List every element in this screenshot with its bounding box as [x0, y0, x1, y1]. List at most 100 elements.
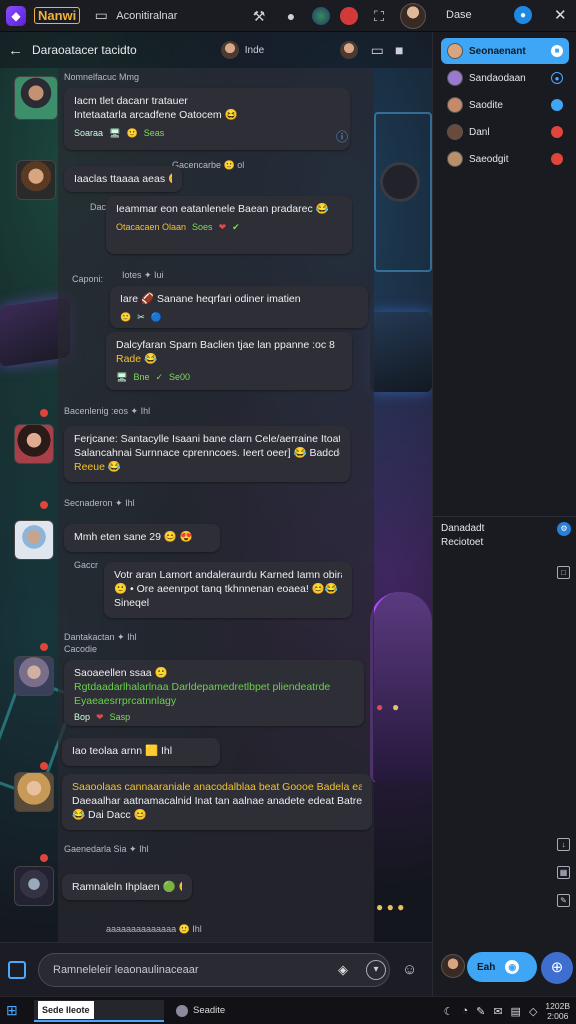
user-avatar[interactable]: [14, 866, 54, 906]
settings-icon[interactable]: ⚙: [557, 522, 571, 536]
message-meta: Nomnelfacuc Mmg: [64, 72, 140, 82]
send-icon[interactable]: ▾: [366, 960, 386, 980]
reaction-chip[interactable]: ✓: [155, 370, 163, 384]
edit-icon[interactable]: ✎: [557, 894, 570, 907]
message-bubble[interactable]: Dalcyfaran Sparn Baclien tjae lan ppanne…: [106, 332, 352, 390]
taskbar-app[interactable]: Seadite: [176, 1004, 225, 1017]
user-avatar[interactable]: [14, 656, 54, 696]
conversation-item[interactable]: Danl: [441, 119, 569, 145]
reaction-icon[interactable]: ● ● ●: [376, 900, 404, 914]
reaction-chip[interactable]: ✔: [232, 220, 240, 234]
window-icon[interactable]: ▭: [90, 7, 112, 24]
message-bubble[interactable]: Saaoolaas cannaaraniale anacodalblaa bea…: [62, 774, 372, 830]
screen-icon[interactable]: ▭: [366, 42, 388, 59]
message-bubble[interactable]: Mmh eten sane 29 😊 😍: [64, 524, 220, 552]
reaction-chip[interactable]: 🔵: [151, 310, 162, 324]
avatar: [447, 97, 463, 113]
conversation-item[interactable]: Sandaodaan ●: [441, 65, 569, 91]
conversation-item[interactable]: Saeodgit: [441, 146, 569, 172]
reaction-chip[interactable]: ❤: [219, 220, 227, 234]
message-bubble[interactable]: Votr aran Lamort andaleraurdu Karned Iam…: [104, 562, 352, 618]
reaction-chip[interactable]: Seas: [144, 126, 165, 140]
moon-icon[interactable]: ☾: [444, 1005, 454, 1018]
user-avatar[interactable]: [400, 3, 426, 29]
message-bubble[interactable]: Iare 🏈 Sanane heqrfari odiner imatien 🙂 …: [110, 286, 368, 328]
drop-icon[interactable]: ●: [514, 6, 532, 24]
message-bubble[interactable]: Ferjcane: Santacylle Isaani bane clarn C…: [64, 426, 350, 482]
reaction-icon[interactable]: ●: [392, 700, 399, 714]
stop-icon[interactable]: ■: [388, 42, 410, 58]
reaction-chip[interactable]: 🙂: [120, 310, 131, 324]
reaction-icon[interactable]: ●: [376, 700, 383, 714]
message-bubble[interactable]: Iaaclas ttaaaa aeas 😊😊: [64, 166, 182, 192]
status-icon: [551, 153, 563, 165]
info-icon[interactable]: ⓘ: [336, 128, 348, 145]
gif-icon[interactable]: ◈: [338, 962, 348, 978]
reaction-chip[interactable]: 🖥: [116, 370, 127, 384]
reaction-chip[interactable]: ❤: [96, 710, 104, 724]
globe-icon[interactable]: [312, 7, 330, 25]
caller-avatar[interactable]: [441, 954, 465, 978]
notification-icon[interactable]: [340, 7, 358, 25]
message-bubble[interactable]: Ramnaleln Ihplaen 🟢 😊: [62, 874, 192, 900]
reaction-row: Bop ❤ Sasp: [74, 710, 354, 724]
message-meta: Dantakactan ✦ Ihl: [64, 632, 137, 642]
message-bubble[interactable]: Iao teolaa arnn 🟨 Ihl: [62, 738, 220, 766]
emoji-icon[interactable]: ☺: [402, 961, 417, 978]
volume-icon[interactable]: ◇: [529, 1005, 537, 1018]
message-meta: Iotes ✦ Iui: [122, 270, 164, 280]
user-avatar[interactable]: [14, 76, 58, 120]
tools-icon[interactable]: ⚒: [248, 8, 270, 25]
apps-icon[interactable]: [8, 961, 26, 979]
status-icon: [551, 99, 563, 111]
message-text: Daeaalhar aatnamacalnid Inat tan aalnae …: [72, 795, 362, 807]
phone-icon: ◉: [505, 960, 520, 974]
reaction-chip[interactable]: Sasp: [110, 710, 131, 724]
drop-icon[interactable]: ●: [280, 8, 302, 24]
download-icon[interactable]: ↓: [557, 838, 570, 851]
compose-fab-button[interactable]: ⊕: [541, 952, 573, 984]
expand-icon[interactable]: ⛶: [368, 8, 390, 25]
reaction-chip[interactable]: Se00: [169, 370, 190, 384]
background-art: [370, 592, 432, 782]
app-logo-icon[interactable]: ◆: [6, 5, 26, 26]
copy-icon[interactable]: □: [557, 566, 570, 579]
close-icon[interactable]: ✕: [554, 6, 567, 24]
message-meta: Gaccr: [74, 560, 99, 570]
back-arrow-icon[interactable]: ←: [8, 42, 28, 59]
avatar: [447, 151, 463, 167]
call-button[interactable]: Eah ◉: [467, 952, 537, 982]
reaction-chip[interactable]: ✂: [137, 310, 145, 324]
message-text: Ramnaleln Ihplaen 🟢 😊: [72, 881, 182, 893]
conversation-item[interactable]: Saodite: [441, 92, 569, 118]
image-icon[interactable]: ▦: [557, 866, 570, 879]
conversation-item[interactable]: Seonaenant ■: [441, 38, 569, 64]
reaction-chip[interactable]: Bne: [133, 370, 149, 384]
channel-avatar[interactable]: [220, 41, 239, 59]
wifi-icon[interactable]: ◔: [461, 1005, 468, 1017]
message-bubble[interactable]: Saoaeellen ssaa 🙂 Rgtdaadarlhalarlnaa Da…: [64, 660, 364, 726]
reaction-chip[interactable]: Soes: [192, 220, 213, 234]
user-avatar[interactable]: [14, 424, 54, 464]
reaction-chip[interactable]: Bop: [74, 710, 90, 724]
message-text: Ieammar eon eatanlenele Baean pradarec 😂: [116, 203, 329, 215]
clipboard-icon[interactable]: ▤: [511, 1005, 521, 1018]
user-avatar[interactable]: [16, 160, 56, 200]
message-bubble[interactable]: Iacm tlet dacanr tratauer Intetaatarla a…: [64, 88, 350, 150]
member-avatar[interactable]: [340, 41, 359, 59]
message-meta: Cacodie: [64, 644, 98, 654]
mail-icon[interactable]: ✉: [493, 1005, 502, 1018]
contact-subtitle: Reciotoet: [441, 537, 484, 548]
clock[interactable]: 1202B 2:006: [545, 1001, 570, 1021]
conversation-label: Seonaenant: [469, 45, 526, 57]
pen-icon[interactable]: ✎: [476, 1005, 485, 1018]
contact-card[interactable]: Danadadt Reciotoet: [441, 522, 484, 550]
message-bubble[interactable]: Ieammar eon eatanlenele Baean pradarec 😂…: [106, 196, 352, 254]
reaction-chip[interactable]: 🖥: [109, 126, 120, 140]
app-icon: [176, 1004, 188, 1017]
reaction-chip[interactable]: 🙂: [126, 126, 137, 140]
taskbar-active-app[interactable]: Sede Ileote: [34, 999, 164, 1022]
user-avatar[interactable]: [14, 772, 54, 812]
start-icon[interactable]: ⊞: [6, 1002, 26, 1019]
user-avatar[interactable]: [14, 520, 54, 560]
